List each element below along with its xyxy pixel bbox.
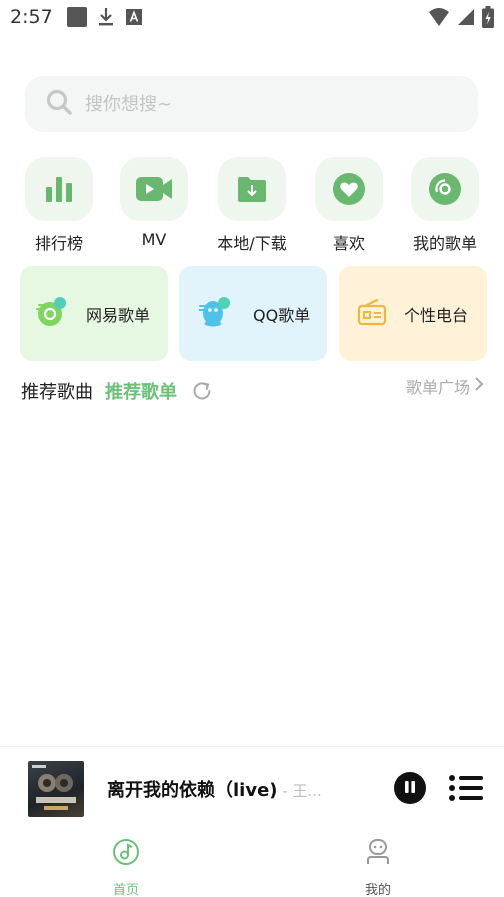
- quick-nav-mv[interactable]: MV: [109, 157, 199, 249]
- qq-icon: [198, 296, 233, 332]
- mini-player[interactable]: 离开我的依赖（live) - 王...: [0, 746, 504, 830]
- quick-nav-my-playlists[interactable]: 我的歌单: [400, 157, 490, 254]
- quick-nav-ranking[interactable]: 排行榜: [14, 157, 104, 254]
- status-right: [428, 6, 494, 32]
- nav-mine[interactable]: 我的: [338, 838, 418, 897]
- user-icon: [365, 838, 391, 870]
- chevron-right-icon: [474, 376, 484, 396]
- nav-home[interactable]: 首页: [86, 838, 166, 897]
- netease-music-icon: [36, 296, 70, 332]
- status-time: 2:57: [10, 6, 53, 28]
- card-label: 网易歌单: [86, 305, 151, 325]
- radio-icon: [357, 298, 387, 330]
- pause-button[interactable]: [394, 772, 426, 804]
- playlist-icon: [448, 775, 484, 807]
- netease-playlist-card[interactable]: 网易歌单: [20, 266, 168, 361]
- quick-nav-label: 喜欢: [332, 234, 365, 253]
- quick-nav-label: 我的歌单: [412, 234, 477, 253]
- song-title: 离开我的依赖（live): [107, 780, 278, 801]
- signal-icon: [456, 7, 476, 31]
- recommend-tabs: 推荐歌曲 推荐歌单: [21, 378, 213, 404]
- album-cover[interactable]: [28, 761, 84, 817]
- folder-download-icon: [218, 157, 286, 221]
- quick-nav-label: 排行榜: [34, 234, 83, 253]
- card-label: 个性电台: [404, 305, 469, 325]
- song-artist: - 王...: [277, 782, 322, 800]
- bar-chart-icon: [25, 157, 93, 221]
- tab-recommended-playlists[interactable]: 推荐歌单: [105, 378, 177, 404]
- status-bar: 2:57: [0, 0, 504, 34]
- search-icon: [45, 88, 73, 120]
- disc-icon: [411, 157, 479, 221]
- font-a-icon: [125, 8, 143, 26]
- download-icon: [97, 7, 115, 27]
- search-bar[interactable]: [25, 76, 478, 132]
- bottom-nav: 首页 我的: [0, 830, 504, 897]
- nav-label: 我的: [364, 883, 391, 897]
- quick-nav-local-download[interactable]: 本地/下载: [207, 157, 297, 254]
- card-label: QQ歌单: [253, 305, 311, 325]
- search-input[interactable]: [85, 93, 445, 115]
- heart-icon: [315, 157, 383, 221]
- tab-recommended-songs[interactable]: 推荐歌曲: [21, 378, 93, 404]
- wifi-icon: [428, 7, 450, 31]
- pause-icon: [403, 779, 417, 798]
- quick-nav-label: MV: [141, 230, 167, 249]
- now-playing-info[interactable]: 离开我的依赖（live) - 王...: [107, 776, 357, 802]
- playlist-button[interactable]: [448, 773, 484, 807]
- playlist-plaza-link[interactable]: 歌单广场: [406, 374, 484, 398]
- refresh-icon[interactable]: [191, 380, 213, 402]
- nav-label: 首页: [112, 883, 139, 897]
- home-disc-icon: [112, 838, 140, 870]
- quick-nav-favorites[interactable]: 喜欢: [304, 157, 394, 254]
- plaza-label: 歌单广场: [405, 378, 470, 397]
- quick-nav: 排行榜 MV 本地/下载 喜欢 我的歌单: [0, 157, 504, 254]
- radio-card[interactable]: 个性电台: [339, 266, 487, 361]
- notification-square-icon: [66, 7, 87, 27]
- quick-nav-label: 本地/下载: [217, 234, 287, 253]
- battery-charging-icon: [482, 6, 494, 32]
- video-icon: [120, 157, 188, 221]
- qq-playlist-card[interactable]: QQ歌单: [179, 266, 327, 361]
